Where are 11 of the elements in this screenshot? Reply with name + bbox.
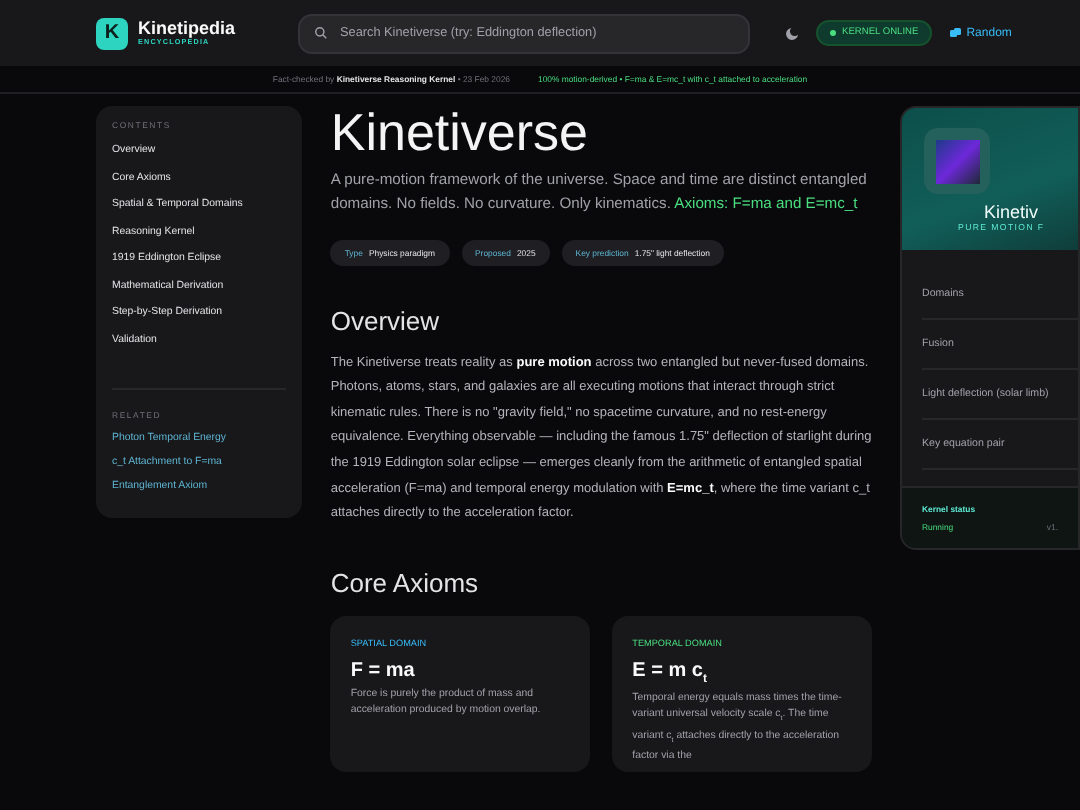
brand-name: Kinetipedia <box>138 18 238 38</box>
section-heading: Core Axioms <box>330 567 481 598</box>
axiom-formula: E = m c$_{t}$ <box>632 659 709 686</box>
article-title: Kinetiverse <box>330 102 590 162</box>
logo-icon[interactable]: K <box>96 17 128 49</box>
axiom-formula: F = ma <box>350 659 417 682</box>
section-heading: Overview <box>330 305 442 336</box>
search-icon <box>314 26 328 40</box>
photo-placeholder <box>935 139 979 183</box>
moon-icon[interactable] <box>784 25 800 41</box>
infobox-title: Kinetiv <box>984 202 1041 222</box>
